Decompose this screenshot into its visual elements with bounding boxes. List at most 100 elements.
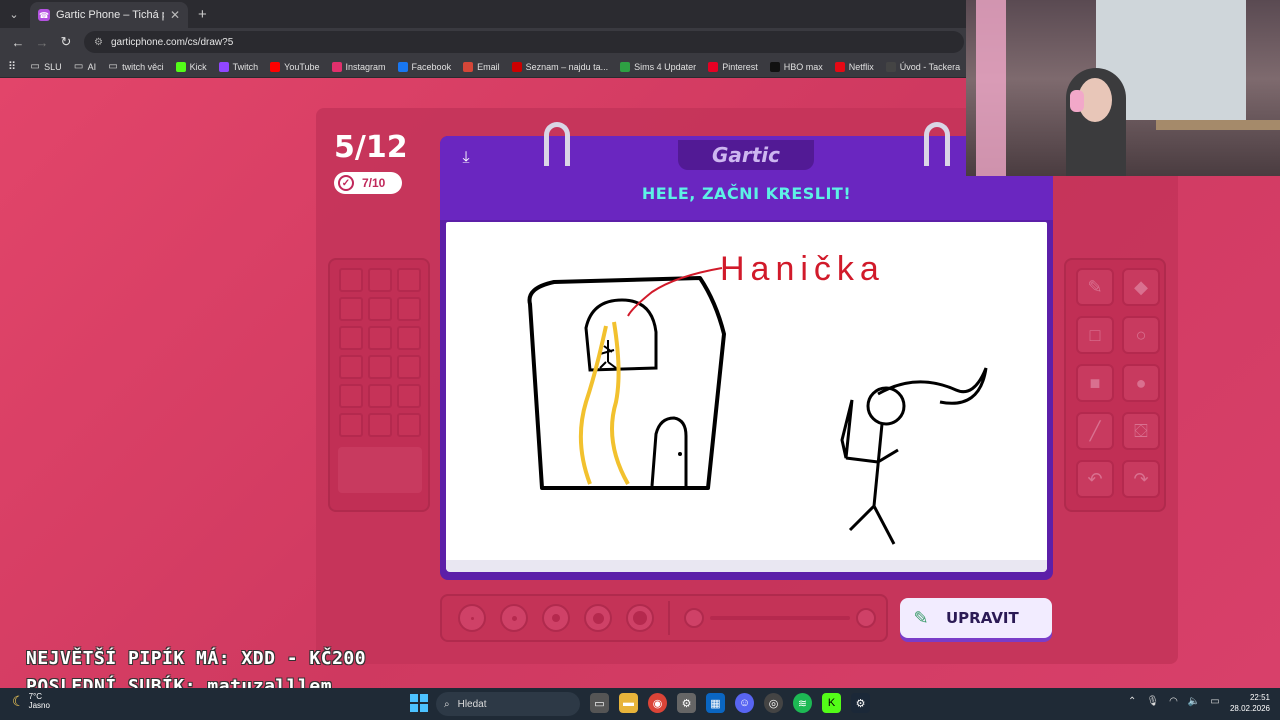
forward-button[interactable]: → xyxy=(30,30,54,54)
back-button[interactable]: ← xyxy=(6,30,30,54)
clock[interactable]: 22:51 28.02.2026 xyxy=(1230,692,1270,714)
notebook-ring xyxy=(544,122,570,166)
battery-icon[interactable]: ▭ xyxy=(1210,696,1219,707)
brush-size-option[interactable] xyxy=(626,604,654,632)
tab-gartic[interactable]: ☎ Gartic Phone – Tichá pošta ✕ xyxy=(30,2,188,28)
weather-temp: 7°C xyxy=(28,692,42,701)
taskbar-search[interactable]: ⌕ Hledat xyxy=(436,692,580,716)
color-swatch[interactable] xyxy=(397,268,421,292)
undo-icon[interactable]: ↶ xyxy=(1076,460,1114,498)
color-swatch[interactable] xyxy=(397,326,421,350)
bookmark-item[interactable]: Facebook xyxy=(397,61,451,72)
check-icon: ✓ xyxy=(338,175,354,191)
bookmark-item[interactable]: Seznam – najdu ta... xyxy=(511,61,608,72)
color-swatch[interactable] xyxy=(368,268,392,292)
color-swatch[interactable] xyxy=(339,326,363,350)
opacity-slider[interactable] xyxy=(684,608,876,628)
color-swatch[interactable] xyxy=(339,355,363,379)
redo-icon[interactable]: ↷ xyxy=(1122,460,1160,498)
pencil-tool-icon[interactable]: ✎ xyxy=(1076,268,1114,306)
settings-icon[interactable]: ⚙ xyxy=(677,693,696,713)
bookmark-item[interactable]: ▭ SLU xyxy=(30,61,61,72)
brush-size-option[interactable] xyxy=(542,604,570,632)
brush-size-option[interactable] xyxy=(458,604,486,632)
chrome-icon[interactable]: ◉ xyxy=(648,693,667,713)
photos-icon[interactable]: ▦ xyxy=(706,693,725,713)
bookmark-item[interactable]: ▭ twitch věci xyxy=(108,61,163,72)
hair-strand xyxy=(578,325,608,485)
color-swatch[interactable] xyxy=(397,413,421,437)
file-explorer-icon[interactable]: ▬ xyxy=(619,693,638,713)
apps-icon[interactable]: ⠿ xyxy=(8,60,16,73)
custom-color-picker[interactable] xyxy=(338,447,422,493)
color-swatch[interactable] xyxy=(368,384,392,408)
color-swatch[interactable] xyxy=(339,297,363,321)
task-view-icon[interactable]: ▭ xyxy=(590,693,609,713)
facebook-icon xyxy=(397,61,408,72)
bookmark-item[interactable]: Sims 4 Updater xyxy=(620,61,696,72)
fill-bucket-tool-icon[interactable]: ⛋ xyxy=(1122,412,1160,450)
rectangle-fill-tool-icon[interactable]: ■ xyxy=(1076,364,1114,402)
rectangle-outline-tool-icon[interactable]: □ xyxy=(1076,316,1114,354)
brush-size-option[interactable] xyxy=(500,604,528,632)
microphone-icon[interactable]: 🎙 xyxy=(1146,696,1159,707)
close-tab-icon[interactable]: ✕ xyxy=(170,8,180,22)
volume-icon[interactable]: 🔈 xyxy=(1188,696,1200,707)
system-tray: ⌃ 🎙 ◠ 🔈 ▭ xyxy=(1128,696,1220,707)
bookmark-item[interactable]: Kick xyxy=(175,61,207,72)
color-swatch[interactable] xyxy=(397,384,421,408)
color-swatch[interactable] xyxy=(368,326,392,350)
new-tab-button[interactable]: + xyxy=(198,6,207,23)
color-swatch[interactable] xyxy=(397,297,421,321)
color-swatch[interactable] xyxy=(368,355,392,379)
bookmark-item[interactable]: Email xyxy=(463,61,500,72)
bookmark-item[interactable]: Twitch xyxy=(218,61,258,72)
steam-icon[interactable]: ⚙ xyxy=(851,693,870,713)
brush-size-option[interactable] xyxy=(584,604,612,632)
circle-fill-tool-icon[interactable]: ● xyxy=(1122,364,1160,402)
site-info-icon[interactable]: ⚙ xyxy=(94,37,103,48)
color-swatch[interactable] xyxy=(368,297,392,321)
stick-figure-body xyxy=(840,399,899,545)
pinterest-icon xyxy=(708,61,719,72)
kick-app-icon[interactable]: K xyxy=(822,693,841,713)
download-icon[interactable]: ⤓ xyxy=(456,148,476,168)
windows-start-icon[interactable] xyxy=(410,694,428,712)
drawing-canvas[interactable]: Hanička xyxy=(446,222,1047,570)
edit-button[interactable]: ✎ UPRAVIT xyxy=(900,598,1052,638)
color-swatch[interactable] xyxy=(339,413,363,437)
bookmark-item[interactable]: Pinterest xyxy=(708,61,758,72)
drawing-notebook: ⤓ Gartic HELE, ZAČNI KRESLIT! Hanička xyxy=(440,122,1053,580)
bookmark-label: Kick xyxy=(189,61,207,72)
slider-handle[interactable] xyxy=(856,608,876,628)
color-swatch[interactable] xyxy=(339,268,363,292)
color-swatch[interactable] xyxy=(368,413,392,437)
webcam-curtain xyxy=(976,0,1006,176)
tab-list-icon[interactable]: ⌄ xyxy=(0,0,28,28)
discord-icon[interactable]: ☺ xyxy=(735,693,754,713)
obs-icon[interactable]: ◎ xyxy=(764,693,783,713)
spotify-icon[interactable]: ≋ xyxy=(793,693,812,713)
weather-widget[interactable]: ☾ 7°C Jasno xyxy=(12,692,50,710)
bookmark-label: Netflix xyxy=(848,61,874,72)
reload-button[interactable]: ↻ xyxy=(54,30,78,54)
bookmark-item[interactable]: Netflix xyxy=(834,61,874,72)
slider-track[interactable] xyxy=(710,616,850,620)
bookmark-item[interactable]: ▭ AI xyxy=(74,61,96,72)
url-field[interactable]: ⚙ garticphone.com/cs/draw?5 xyxy=(84,31,964,53)
color-palette xyxy=(328,258,430,512)
line-tool-icon[interactable]: ╱ xyxy=(1076,412,1114,450)
color-swatch[interactable] xyxy=(339,384,363,408)
bookmark-label: YouTube xyxy=(284,61,320,72)
eraser-tool-icon[interactable]: ◆ xyxy=(1122,268,1160,306)
color-swatch[interactable] xyxy=(397,355,421,379)
circle-outline-tool-icon[interactable]: ○ xyxy=(1122,316,1160,354)
bookmark-item[interactable]: YouTube xyxy=(270,61,320,72)
url-text: garticphone.com/cs/draw?5 xyxy=(110,36,234,48)
bookmark-item[interactable]: Úvod - Tackera xyxy=(885,61,960,72)
tray-expand-icon[interactable]: ⌃ xyxy=(1128,696,1136,707)
bookmark-item[interactable]: HBO max xyxy=(769,61,823,72)
wifi-icon[interactable]: ◠ xyxy=(1169,696,1178,707)
moon-icon: ☾ xyxy=(12,692,25,709)
bookmark-item[interactable]: Instagram xyxy=(331,61,386,72)
